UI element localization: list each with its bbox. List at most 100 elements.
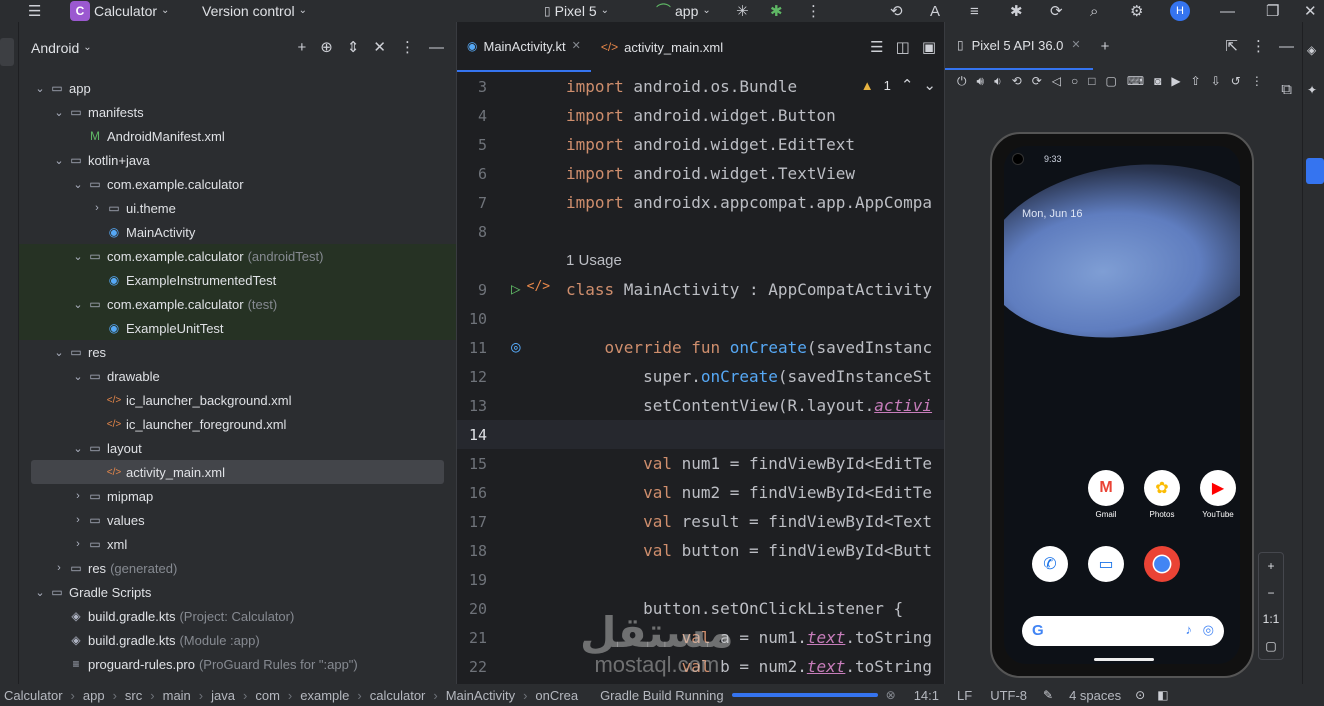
tree-item[interactable]: </> ic_launcher_foreground.xml xyxy=(19,412,456,436)
overview-icon[interactable]: □ xyxy=(1088,74,1095,89)
chevron-down-icon[interactable]: ⌄ xyxy=(33,586,47,599)
zoom-fit-icon[interactable]: ▢ xyxy=(1265,639,1276,653)
chevron-right-icon[interactable]: › xyxy=(71,538,85,550)
chevron-right-icon[interactable]: › xyxy=(71,490,85,502)
volume-up-icon[interactable]: 🔊︎ xyxy=(977,74,985,89)
bug-report-icon[interactable]: ✱ xyxy=(1010,4,1023,19)
tree-item[interactable]: › ▭ res (generated) xyxy=(19,556,456,580)
run-icon[interactable]: ▷ xyxy=(511,279,521,299)
code-line[interactable]: 19 xyxy=(457,565,945,594)
device-screen[interactable]: 9:33 Mon, Jun 16 M Gmail ✿ Photos ▶ YouT… xyxy=(1004,146,1240,664)
device-selector[interactable]: ▯ Pixel 5 ⌄ xyxy=(544,3,609,19)
tree-item[interactable]: </> activity_main.xml xyxy=(31,460,444,484)
version-control-menu[interactable]: Version control ⌄ xyxy=(202,3,307,19)
back-icon[interactable]: ◁ xyxy=(1052,74,1061,89)
tree-item[interactable]: ⌄ ▭ Gradle Scripts xyxy=(19,580,456,604)
chevron-right-icon[interactable]: › xyxy=(71,514,85,526)
zoom-actual-size[interactable]: 1:1 xyxy=(1263,612,1280,626)
code-line[interactable]: 12 super.onCreate(savedInstanceSt xyxy=(457,362,945,391)
more-options-icon[interactable]: ⋮ xyxy=(400,40,415,55)
chevron-down-icon[interactable]: ⌄ xyxy=(71,250,85,263)
inspection-widget[interactable]: ▲ 1 ⌃ ⌄ xyxy=(861,78,936,93)
app-messages[interactable]: ▭ xyxy=(1078,546,1134,586)
breadcrumb-item[interactable]: java xyxy=(211,688,235,703)
zoom-in-icon[interactable]: + xyxy=(1267,559,1274,573)
background-task-label[interactable]: Gradle Build Running xyxy=(600,688,724,703)
mic-icon[interactable]: ♪ xyxy=(1186,622,1193,637)
tree-item[interactable]: </> ic_launcher_background.xml xyxy=(19,388,456,412)
add-icon[interactable]: + xyxy=(298,40,307,55)
tree-item[interactable]: ⌄ ▭ com.example.calculator (androidTest) xyxy=(19,244,456,268)
split-view-icon[interactable]: ◫ xyxy=(896,40,910,55)
chevron-down-icon[interactable]: ⌄ xyxy=(33,82,47,95)
breadcrumb-item[interactable]: onCrea xyxy=(535,688,578,703)
tree-item[interactable]: ⌄ ▭ com.example.calculator (test) xyxy=(19,292,456,316)
code-line[interactable]: 18 val button = findViewById<Butt xyxy=(457,536,945,565)
add-device-icon[interactable]: + xyxy=(1101,39,1110,54)
tree-item[interactable]: ⌄ ▭ com.example.calculator xyxy=(19,172,456,196)
code-area[interactable]: 3 import android.os.Bundle 4 import android… xyxy=(457,72,945,684)
hamburger-menu-icon[interactable]: ☰ xyxy=(28,4,41,19)
lock-icon[interactable]: ⊙ xyxy=(1135,689,1145,701)
chevron-right-icon[interactable]: › xyxy=(52,562,66,574)
code-style-icon[interactable]: ✎ xyxy=(1043,689,1053,701)
code-line[interactable]: 14 xyxy=(457,420,945,449)
upload-icon[interactable]: ⇧ xyxy=(1191,74,1201,89)
override-icon[interactable]: ◎ xyxy=(511,337,521,357)
external-window-icon[interactable]: ⇱ xyxy=(1225,39,1238,54)
collapse-all-icon[interactable]: ✕ xyxy=(373,40,386,55)
breadcrumb-item[interactable]: src xyxy=(125,688,142,703)
breadcrumb-item[interactable]: Calculator xyxy=(4,688,63,703)
chevron-down-icon[interactable]: ⌄ xyxy=(923,78,936,93)
tab-mainactivity[interactable]: ◉ MainActivity.kt ✕ xyxy=(457,22,591,72)
profiler-icon[interactable]: ⟲ xyxy=(890,4,903,19)
tree-item[interactable]: › ▭ mipmap xyxy=(19,484,456,508)
file-encoding[interactable]: UTF-8 xyxy=(990,688,1027,703)
rotate-left-icon[interactable]: ⟲ xyxy=(1012,74,1022,89)
close-icon[interactable]: ✕ xyxy=(1071,39,1080,51)
xml-link-icon[interactable]: </> xyxy=(527,279,550,299)
code-line[interactable]: 9 ▷ </> class MainActivity : AppCompatActiv… xyxy=(457,275,945,304)
tree-item[interactable]: ◈ build.gradle.kts (Project: Calculator) xyxy=(19,604,456,628)
tab-activity-main[interactable]: </> activity_main.xml xyxy=(591,22,733,72)
tree-item[interactable]: ◉ MainActivity xyxy=(19,220,456,244)
hide-panel-icon[interactable]: — xyxy=(429,40,444,55)
tree-item[interactable]: ⌄ ▭ kotlin+java xyxy=(19,148,456,172)
project-tool-button[interactable] xyxy=(0,38,14,66)
chevron-right-icon[interactable]: › xyxy=(90,202,104,214)
code-line[interactable]: 16 val num2 = findViewById<EditTe xyxy=(457,478,945,507)
more-options-icon[interactable]: ⋮ xyxy=(806,4,821,19)
layout-inspector-icon[interactable]: ≡ xyxy=(970,4,979,19)
cancel-task-icon[interactable]: ⊗ xyxy=(886,689,896,701)
tree-item[interactable]: M AndroidManifest.xml xyxy=(19,124,456,148)
line-separator[interactable]: LF xyxy=(957,688,972,703)
translate-icon[interactable]: A xyxy=(930,4,940,19)
tree-item[interactable]: ⌄ ▭ drawable xyxy=(19,364,456,388)
tree-item[interactable]: › ▭ xml xyxy=(19,532,456,556)
code-line[interactable]: 13 setContentView(R.layout.activi xyxy=(457,391,945,420)
device-mirror-icon[interactable]: ⧉ xyxy=(1281,82,1292,97)
chevron-down-icon[interactable]: ⌄ xyxy=(71,370,85,383)
more-options-icon[interactable]: ⋮ xyxy=(1251,39,1266,54)
code-line[interactable]: 10 xyxy=(457,304,945,333)
breadcrumb-item[interactable]: MainActivity xyxy=(446,688,515,703)
power-icon[interactable]: ⏻ xyxy=(957,74,967,89)
code-view-icon[interactable]: ☰ xyxy=(870,40,883,55)
chevron-down-icon[interactable]: ⌄ xyxy=(52,154,66,167)
minimize-icon[interactable]: — xyxy=(1220,4,1235,19)
volume-down-icon[interactable]: 🔉︎ xyxy=(994,74,1002,89)
gear-icon[interactable]: ⚙ xyxy=(1130,4,1143,19)
tree-item[interactable]: ◉ ExampleInstrumentedTest xyxy=(19,268,456,292)
tree-item[interactable]: ◈ build.gradle.kts (Module :app) xyxy=(19,628,456,652)
search-icon[interactable]: ⌕ xyxy=(1090,4,1098,19)
code-line[interactable]: 6 import android.widget.TextView xyxy=(457,159,945,188)
keyboard-icon[interactable]: ⌨ xyxy=(1127,74,1144,89)
gesture-nav-bar[interactable] xyxy=(1094,658,1154,661)
avatar[interactable]: H xyxy=(1170,1,1190,21)
app-phone[interactable]: ✆ xyxy=(1022,546,1078,586)
breadcrumb-item[interactable]: com xyxy=(255,688,280,703)
lens-icon[interactable]: ◎ xyxy=(1203,622,1214,638)
restore-icon[interactable]: ❐ xyxy=(1266,4,1279,19)
app-gmail[interactable]: M Gmail xyxy=(1078,470,1134,519)
tree-item[interactable]: ⌄ ▭ layout xyxy=(19,436,456,460)
